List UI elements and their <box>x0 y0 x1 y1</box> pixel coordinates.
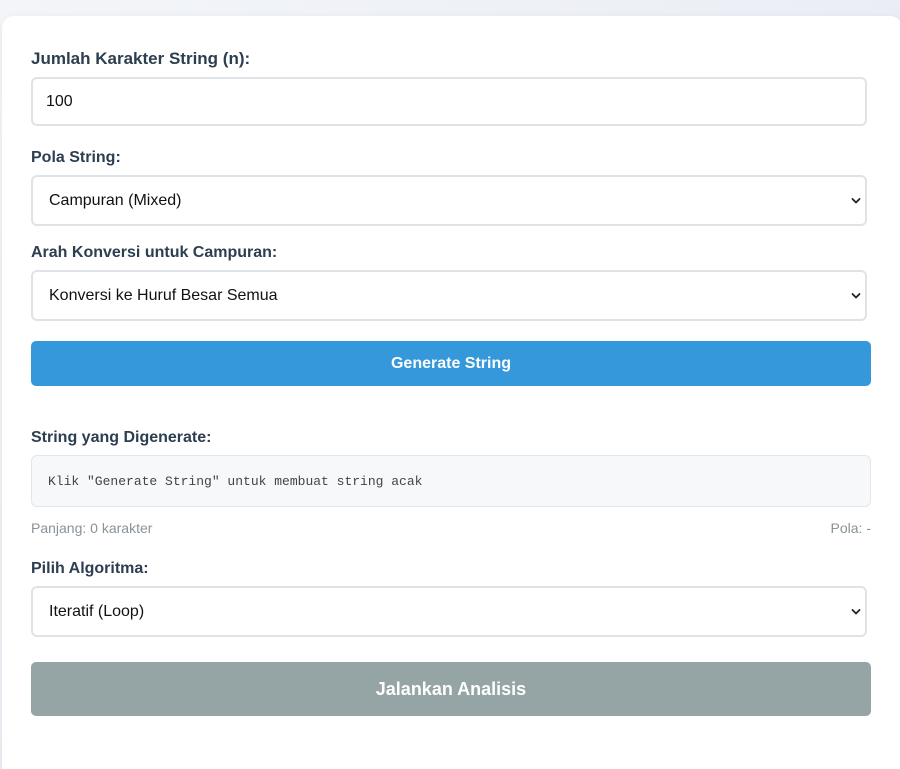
generate-string-button[interactable]: Generate String <box>31 341 871 386</box>
length-input-value: 100 <box>46 92 73 110</box>
conversion-select-value: Konversi ke Huruf Besar Semua <box>49 286 278 304</box>
chevron-down-icon <box>851 292 861 298</box>
string-length-info: Panjang: 0 karakter <box>31 520 153 536</box>
conversion-label: Arah Konversi untuk Campuran: <box>31 244 278 261</box>
pattern-select[interactable]: Campuran (Mixed) <box>31 175 867 226</box>
length-input[interactable]: 100 <box>31 77 867 126</box>
chevron-down-icon <box>851 608 861 614</box>
generated-string-placeholder: Klik "Generate String" untuk membuat str… <box>48 473 423 489</box>
length-label: Jumlah Karakter String (n): <box>31 49 251 68</box>
string-pattern-info: Pola: - <box>830 520 871 536</box>
pattern-select-value: Campuran (Mixed) <box>49 191 182 209</box>
generated-string-label: String yang Digenerate: <box>31 429 212 446</box>
algorithm-select[interactable]: Iteratif (Loop) <box>31 586 867 637</box>
conversion-select[interactable]: Konversi ke Huruf Besar Semua <box>31 270 867 321</box>
algorithm-select-value: Iteratif (Loop) <box>49 602 145 620</box>
generated-string-output: Klik "Generate String" untuk membuat str… <box>31 455 871 507</box>
algorithm-label: Pilih Algoritma: <box>31 560 149 577</box>
run-analysis-button[interactable]: Jalankan Analisis <box>31 662 871 716</box>
pattern-label: Pola String: <box>31 149 121 166</box>
main-card: Jumlah Karakter String (n): 100 Pola Str… <box>2 16 900 769</box>
chevron-down-icon <box>851 197 861 203</box>
